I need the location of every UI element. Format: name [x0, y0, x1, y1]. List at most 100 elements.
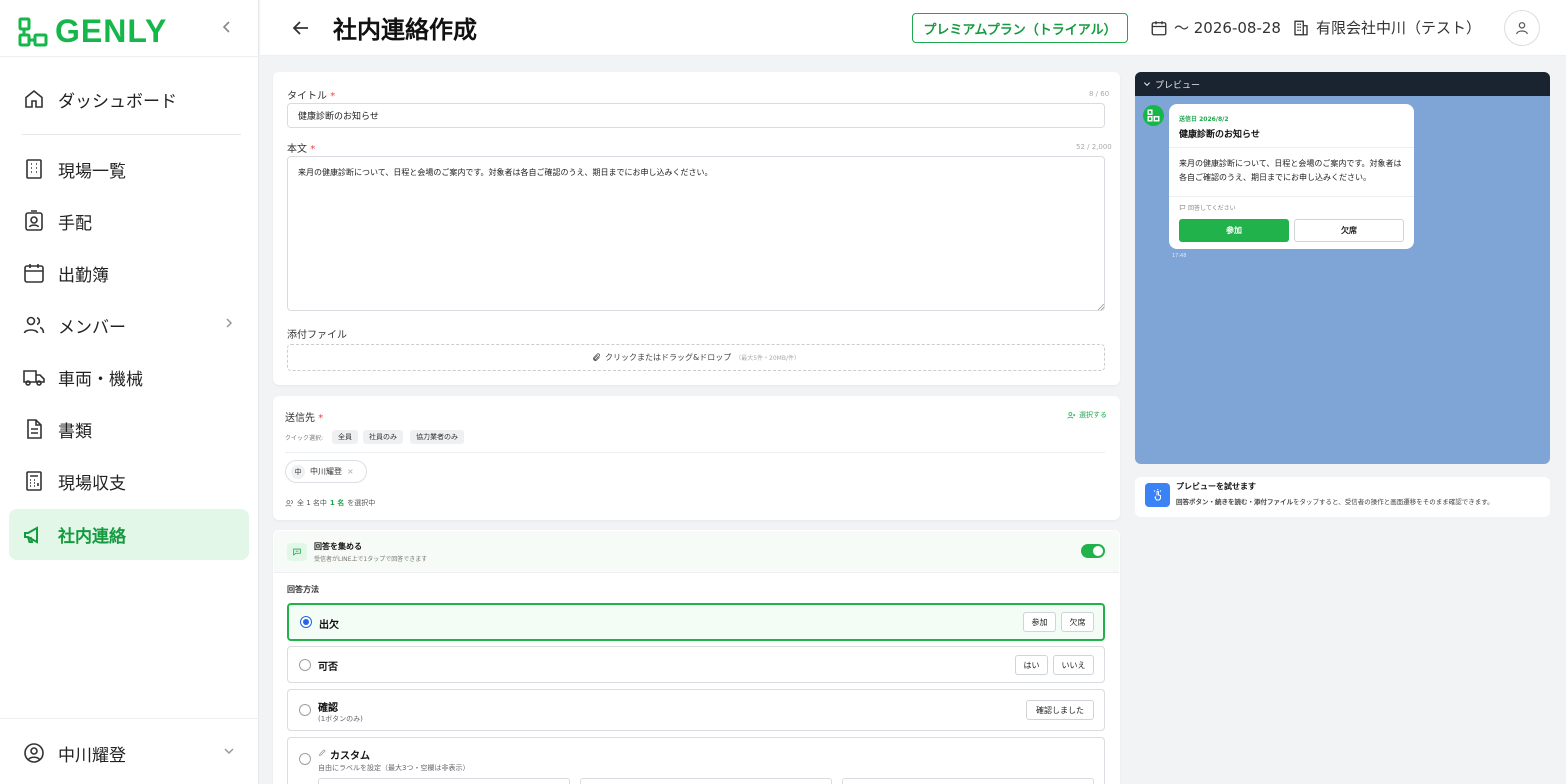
answer-method-label: 回答方法: [287, 585, 319, 594]
sidebar-item-documents[interactable]: 書類: [9, 404, 249, 454]
sidebar-item-sites[interactable]: 現場一覧: [9, 144, 249, 194]
option-subtitle: 自由にラベルを設定（最大3つ・空欄は非表示）: [318, 764, 470, 772]
preview-header[interactable]: プレビュー: [1135, 72, 1550, 96]
chevron-down-icon: [224, 748, 234, 755]
option-title: 可否: [318, 662, 338, 673]
sidebar-item-dashboard[interactable]: ダッシュボード: [9, 74, 249, 124]
user-icon: [1516, 22, 1528, 35]
plan-badge[interactable]: プレミアムプラン（トライアル）: [912, 13, 1128, 43]
preview-title: 健康診断のお知らせ: [1179, 130, 1260, 140]
sidebar-item-members[interactable]: メンバー: [9, 300, 249, 350]
custom-label-input-3[interactable]: [842, 778, 1094, 784]
recipients-summary: 全 1 名中 1 名 を選択中: [285, 498, 375, 508]
truck-icon: [23, 370, 45, 386]
preview-absent-button[interactable]: 欠席: [1294, 219, 1404, 242]
remove-recipient-icon[interactable]: ×: [347, 467, 354, 476]
sidebar-item-internal-notice[interactable]: 社内連絡: [9, 509, 249, 560]
custom-label-input-1[interactable]: [318, 778, 570, 784]
required-mark: *: [318, 413, 324, 424]
sidebar-item-site-finance[interactable]: 現場収支: [9, 456, 249, 506]
plan-expiry-text: 〜 2026-08-28: [1174, 19, 1281, 37]
title-label: タイトル *: [287, 87, 335, 102]
custom-label-input-2[interactable]: [580, 778, 832, 784]
sidebar-item-label: 車両・機械: [58, 369, 143, 390]
required-mark: *: [330, 91, 336, 102]
line-preview: プレビュー 送信日 2026/8/2 健康診断のお知らせ 来月の健康診断について…: [1135, 72, 1550, 464]
resize-handle-icon[interactable]: [1097, 303, 1104, 310]
sidebar-item-vehicles[interactable]: 車両・機械: [9, 352, 249, 402]
sidebar-item-label: 現場収支: [58, 473, 126, 494]
quick-chip-all[interactable]: 全員: [332, 430, 358, 444]
logo[interactable]: GENLY: [17, 13, 167, 50]
users-icon: [285, 499, 293, 507]
answers-toggle[interactable]: [1081, 544, 1105, 558]
option-title: 確認: [318, 703, 338, 714]
user-menu[interactable]: 中川耀登: [9, 728, 249, 778]
back-arrow-icon[interactable]: [290, 17, 312, 39]
sample-button-confirmed: 確認しました: [1026, 700, 1094, 720]
calendar-icon: [1151, 20, 1167, 35]
required-mark: *: [310, 144, 316, 155]
body-char-count: 52 / 2,000: [1076, 143, 1112, 151]
quick-chip-partners[interactable]: 協力業者のみ: [410, 430, 464, 444]
tip-body: 回答ボタン・続きを読む・添付ファイルをタップすると、受信者の操作と画面遷移をその…: [1176, 496, 1494, 506]
select-recipients-text: 選択する: [1079, 411, 1107, 419]
body-label: 本文 *: [287, 140, 315, 155]
radio-button[interactable]: [300, 616, 312, 628]
home-icon: [25, 89, 43, 108]
sample-button-absent: 欠席: [1061, 612, 1094, 632]
preview-attend-button[interactable]: 参加: [1179, 219, 1289, 242]
radio-button[interactable]: [299, 659, 311, 671]
attachment-dropzone[interactable]: クリックまたはドラッグ&ドロップ （最大5件・20MB/件）: [287, 344, 1105, 371]
logo-icon: [18, 17, 48, 46]
recipients-card: [273, 396, 1120, 520]
select-recipients-link[interactable]: 選択する: [1067, 410, 1107, 420]
sidebar-item-label: 書類: [58, 421, 92, 442]
message-bubble: 送信日 2026/8/2 健康診断のお知らせ 来月の健康診断について、日程と会場…: [1169, 104, 1414, 249]
company-switcher[interactable]: 有限会社中川（テスト）: [1292, 17, 1481, 38]
answer-option-confirm[interactable]: 確認 (1ボタンのみ) 確認しました: [287, 689, 1105, 731]
recipients-label: 送信先 *: [285, 409, 323, 424]
tip-body-rest: をタップすると、受信者の操作と画面遷移をそのまま確認できます。: [1293, 498, 1494, 506]
title-char-count: 8 / 60: [1089, 90, 1110, 98]
title-input[interactable]: 健康診断のお知らせ: [287, 103, 1105, 128]
chevron-down-icon: [1143, 82, 1151, 87]
option-title: カスタム: [330, 751, 370, 762]
id-badge-icon: [25, 210, 43, 231]
body-label-text: 本文: [287, 144, 307, 155]
logo-icon: [1147, 109, 1160, 122]
sample-button-attend: 参加: [1023, 612, 1056, 632]
account-button[interactable]: [1504, 10, 1540, 46]
preview-tip: プレビューを試せます 回答ボタン・続きを読む・添付ファイルをタップすると、受信者…: [1135, 477, 1550, 517]
building-icon: [26, 159, 42, 179]
sidebar-item-label: メンバー: [58, 317, 126, 338]
logo-text: GENLY: [55, 13, 168, 49]
body-textarea[interactable]: 来月の健康診断について、日程と会場のご案内です。対象者は各自ご確認のうえ、期日ま…: [287, 156, 1105, 311]
plan-expiry: 〜 2026-08-28: [1150, 17, 1281, 38]
sidebar-item-attendance[interactable]: 出勤簿: [9, 248, 249, 298]
preview-time: 17:48: [1172, 253, 1187, 259]
user-circle-icon: [24, 743, 44, 763]
recipients-divider: [285, 452, 1105, 453]
tip-body-bold: 回答ボタン・続きを読む・添付ファイル: [1176, 498, 1293, 506]
answer-option-yesno[interactable]: 可否 はい いいえ: [287, 646, 1105, 683]
sidebar-item-arrangement[interactable]: 手配: [9, 196, 249, 246]
answer-option-custom[interactable]: カスタム 自由にラベルを設定（最大3つ・空欄は非表示）: [287, 737, 1105, 784]
title-label-text: タイトル: [287, 91, 327, 102]
bubble-divider: [1169, 147, 1414, 148]
radio-button[interactable]: [299, 704, 311, 716]
recipient-tag: 中 中川耀登 ×: [285, 460, 367, 483]
sidebar-item-label: 現場一覧: [58, 161, 126, 182]
answers-title: 回答を集める: [314, 542, 362, 551]
paperclip-icon: [593, 353, 600, 361]
attachment-label: 添付ファイル: [287, 330, 347, 341]
answers-header: [274, 531, 1119, 573]
option-subtitle: (1ボタンのみ): [318, 715, 363, 723]
answer-option-attendance[interactable]: 出欠 参加 欠席: [287, 603, 1105, 641]
radio-button[interactable]: [299, 753, 311, 765]
quick-chip-employees[interactable]: 社員のみ: [363, 430, 403, 444]
collapse-sidebar-icon[interactable]: [218, 18, 236, 36]
user-plus-icon: [1067, 411, 1076, 419]
page-title: 社内連絡作成: [333, 16, 477, 44]
summary-suffix: を選択中: [347, 499, 376, 507]
